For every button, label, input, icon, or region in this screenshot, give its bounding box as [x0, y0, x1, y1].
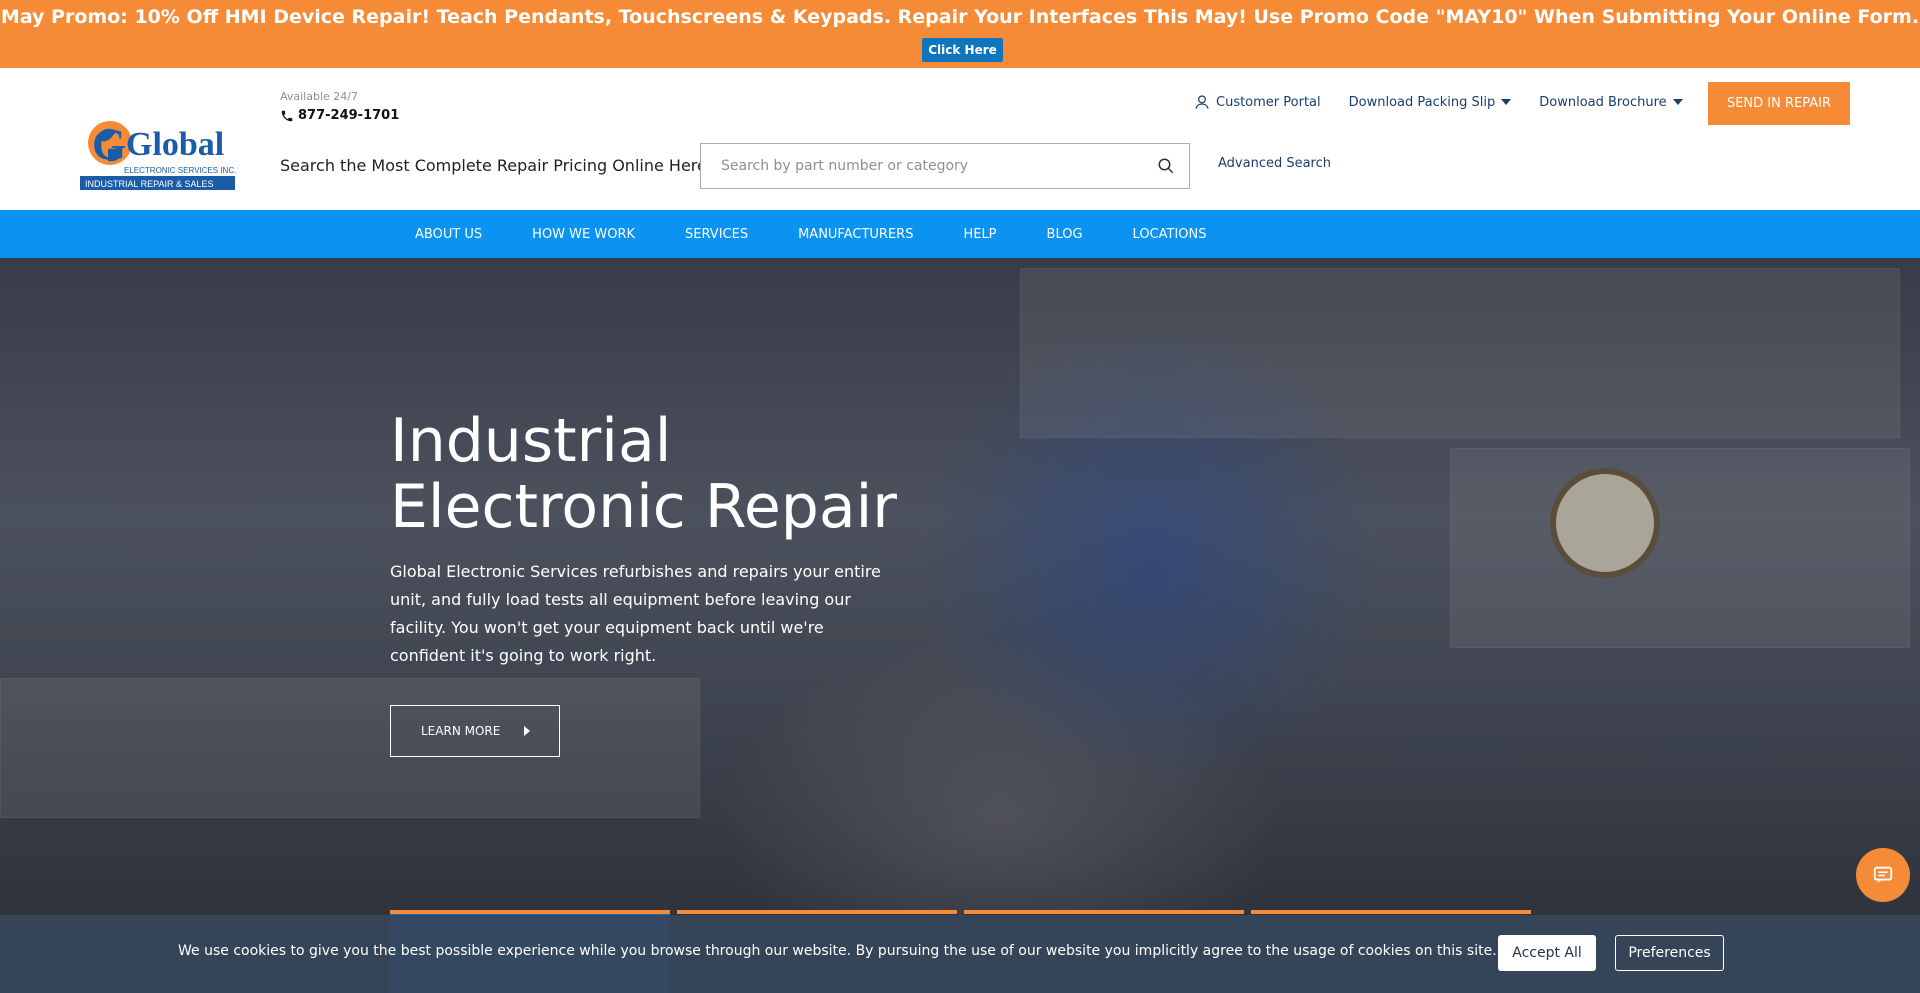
learn-more-label: LEARN MORE — [421, 724, 501, 738]
logo[interactable]: G Global ELECTRONIC SERVICES INC. INDUST… — [80, 113, 245, 195]
promo-click-here-button[interactable]: Click Here — [922, 38, 1003, 62]
logo-name: Global — [126, 126, 224, 163]
logo-graphic: G Global ELECTRONIC SERVICES INC. INDUST… — [80, 120, 236, 190]
preferences-button[interactable]: Preferences — [1615, 935, 1724, 971]
logo-g-letter: G — [92, 120, 126, 169]
phone-number: 877-249-1701 — [298, 108, 400, 123]
hero-title: Industrial Electronic Repair — [390, 408, 950, 540]
search-icon[interactable] — [1157, 157, 1175, 175]
learn-more-button[interactable]: LEARN MORE — [390, 705, 560, 757]
hero-overlay — [0, 258, 1920, 993]
customer-portal-link[interactable]: Customer Portal — [1194, 94, 1321, 110]
download-packing-slip-dropdown[interactable]: Download Packing Slip — [1349, 95, 1512, 110]
cookie-banner: We use cookies to give you the best poss… — [0, 915, 1920, 993]
chat-button[interactable] — [1856, 848, 1910, 902]
chevron-down-icon — [1672, 99, 1683, 105]
packing-slip-label: Download Packing Slip — [1348, 94, 1496, 110]
nav-items: ABOUT US HOW WE WORK SERVICES MANUFACTUR… — [415, 210, 1257, 258]
send-in-repair-button[interactable]: SEND IN REPAIR — [1708, 82, 1850, 125]
user-icon — [1195, 95, 1209, 109]
nav-item-manufacturers[interactable]: MANUFACTURERS — [798, 227, 913, 242]
promo-text: May Promo: 10% Off HMI Device Repair! Te… — [0, 6, 1920, 28]
search-box — [700, 143, 1190, 189]
play-arrow-icon — [524, 726, 530, 736]
nav-item-services[interactable]: SERVICES — [685, 227, 748, 242]
customer-portal-label: Customer Portal — [1216, 94, 1321, 110]
site-header: G Global ELECTRONIC SERVICES INC. INDUST… — [0, 68, 1920, 210]
search-input[interactable] — [701, 144, 1141, 188]
nav-item-about-us[interactable]: ABOUT US — [415, 227, 482, 242]
hero-title-line2: Electronic Repair — [390, 472, 897, 542]
chevron-down-icon — [1501, 99, 1512, 105]
brochure-label: Download Brochure — [1539, 94, 1667, 110]
phone-link[interactable]: 877-249-1701 — [280, 108, 399, 123]
header-top-links: Customer Portal Download Packing Slip Do… — [1194, 94, 1683, 110]
hero-description: Global Electronic Services refurbishes a… — [390, 562, 881, 665]
logo-sub2: INDUSTRIAL REPAIR & SALES — [85, 179, 214, 189]
promo-bar: May Promo: 10% Off HMI Device Repair! Te… — [0, 0, 1920, 68]
advanced-search-link[interactable]: Advanced Search — [1218, 156, 1331, 171]
nav-item-locations[interactable]: LOCATIONS — [1133, 227, 1207, 242]
nav-item-how-we-work[interactable]: HOW WE WORK — [532, 227, 635, 242]
nav-item-help[interactable]: HELP — [963, 227, 996, 242]
nav-item-blog[interactable]: BLOG — [1047, 227, 1083, 242]
main-nav: ABOUT US HOW WE WORK SERVICES MANUFACTUR… — [0, 210, 1920, 258]
availability-text: Available 24/7 — [280, 90, 358, 103]
search-label: Search the Most Complete Repair Pricing … — [280, 156, 707, 175]
download-brochure-dropdown[interactable]: Download Brochure — [1539, 94, 1683, 110]
chat-icon — [1873, 866, 1893, 884]
cookie-text: We use cookies to give you the best poss… — [178, 943, 1581, 959]
logo-sub1: ELECTRONIC SERVICES INC. — [124, 166, 236, 175]
accept-all-button[interactable]: Accept All — [1498, 935, 1596, 971]
hero-title-line1: Industrial — [390, 406, 672, 476]
hero-section: Industrial Electronic Repair Global Elec… — [0, 258, 1920, 993]
phone-icon — [281, 110, 293, 121]
